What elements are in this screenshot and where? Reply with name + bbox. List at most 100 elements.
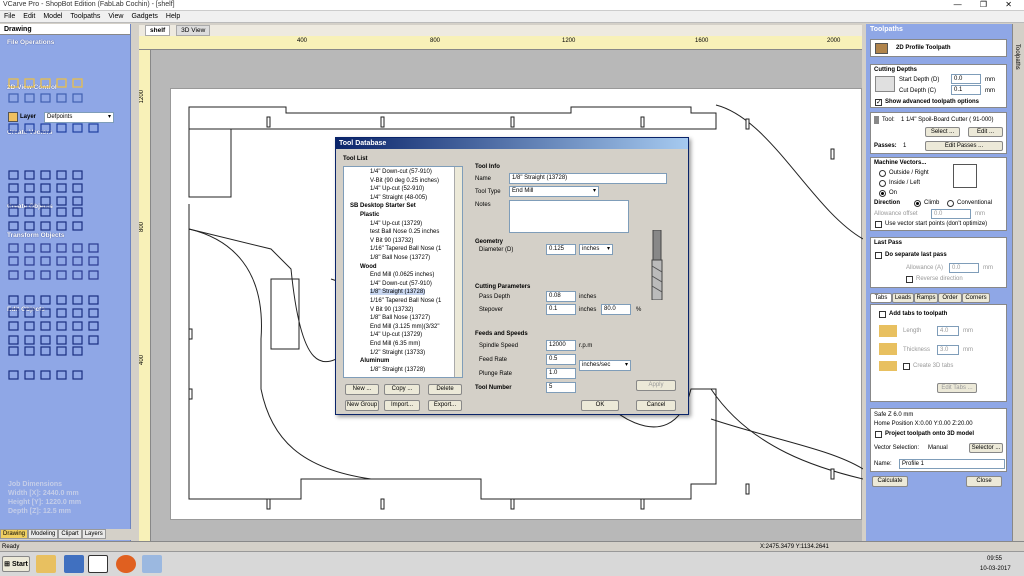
transform-icon[interactable] — [56, 270, 67, 280]
edit-icon[interactable] — [24, 321, 35, 331]
object-icon[interactable] — [8, 243, 19, 253]
edit-icon[interactable] — [40, 308, 51, 318]
edit-icon[interactable] — [8, 346, 19, 356]
vector-icon[interactable] — [8, 207, 19, 217]
notes-field[interactable] — [509, 200, 629, 233]
edit-icon[interactable] — [8, 335, 19, 345]
tool-icon[interactable] — [40, 78, 51, 88]
tool-icon[interactable] — [8, 78, 19, 88]
transform-icon[interactable] — [56, 256, 67, 266]
delete-tool-button[interactable]: Delete — [428, 384, 462, 395]
tree-item[interactable]: 1/4" Down-cut (57-910) — [370, 169, 432, 175]
edit-icon[interactable] — [56, 335, 67, 345]
tree-item[interactable]: 1/4" Down-cut (57-910) — [370, 281, 432, 287]
network-app-icon[interactable] — [64, 555, 84, 573]
outside-right-radio[interactable] — [879, 170, 886, 177]
menu-edit[interactable]: Edit — [19, 11, 39, 22]
tool-tree[interactable]: 1/4" Down-cut (57-910) V-Bit (90 deg 0.25… — [343, 166, 463, 378]
tool-icon[interactable] — [72, 93, 83, 103]
view-icon[interactable] — [8, 123, 19, 133]
transform-icon[interactable] — [72, 256, 83, 266]
apply-button[interactable]: Apply — [636, 380, 676, 391]
conventional-radio[interactable] — [947, 200, 954, 207]
select-tool-button[interactable]: Select ... — [925, 127, 960, 137]
selector-button[interactable]: Selector ... — [969, 443, 1003, 453]
layout-icon[interactable] — [8, 370, 19, 380]
menu-toolpaths[interactable]: Toolpaths — [66, 11, 104, 22]
firefox-icon[interactable] — [116, 555, 136, 573]
feed-units-select[interactable]: inches/sec ▾ — [579, 360, 631, 371]
pass-depth-field[interactable]: 0.08 — [546, 291, 576, 302]
ok-button[interactable]: OK — [581, 400, 619, 411]
tool-icon[interactable] — [24, 93, 35, 103]
new-group-button[interactable]: New Group — [345, 400, 379, 411]
tab-corners[interactable]: Corners — [962, 293, 990, 303]
window-controls[interactable]: — ❐ ✕ — [954, 0, 1020, 9]
edit-passes-button[interactable]: Edit Passes ... — [925, 141, 1003, 151]
edit-icon[interactable] — [56, 346, 67, 356]
vector-icon[interactable] — [40, 221, 51, 231]
tree-scrollbar[interactable] — [454, 167, 462, 377]
tree-item[interactable]: V Bit 90 (13732) — [370, 238, 413, 244]
tree-item[interactable]: 1/8" Ball Nose (13727) — [370, 315, 430, 321]
tree-group[interactable]: Wood — [360, 264, 377, 270]
vector-start-checkbox[interactable] — [875, 221, 882, 228]
edit-icon[interactable] — [24, 335, 35, 345]
edit-icon[interactable] — [56, 295, 67, 305]
edit-icon[interactable] — [56, 308, 67, 318]
climb-radio[interactable] — [914, 200, 921, 207]
tool-number-field[interactable]: 5 — [546, 382, 576, 393]
transform-icon[interactable] — [72, 270, 83, 280]
transform-icon[interactable] — [24, 256, 35, 266]
view-icon[interactable] — [40, 123, 51, 133]
tool-type-select[interactable]: End Mill ▾ — [509, 186, 599, 197]
add-tabs-checkbox[interactable] — [879, 311, 886, 318]
object-icon[interactable] — [88, 243, 99, 253]
edit-icon[interactable] — [24, 295, 35, 305]
edit-icon[interactable] — [88, 321, 99, 331]
edit-tool-button[interactable]: Edit ... — [968, 127, 1003, 137]
tree-item[interactable]: 1/2" Straight (13733) — [370, 350, 425, 356]
stepover-field[interactable]: 0.1 — [546, 304, 576, 315]
edit-icon[interactable] — [40, 335, 51, 345]
stepover-percent-field[interactable]: 80.0 — [601, 304, 631, 315]
edit-tabs-button[interactable]: Edit Tabs ... — [937, 383, 977, 393]
calculate-button[interactable]: Calculate — [872, 476, 908, 487]
vector-icon[interactable] — [24, 207, 35, 217]
vector-icon[interactable] — [72, 196, 83, 206]
vcarve-app-icon[interactable] — [88, 555, 108, 573]
tool-icon[interactable] — [40, 93, 51, 103]
vector-icon[interactable] — [40, 170, 51, 180]
vector-icon[interactable] — [72, 183, 83, 193]
layout-icon[interactable] — [40, 370, 51, 380]
transform-icon[interactable] — [8, 270, 19, 280]
vector-icon[interactable] — [40, 183, 51, 193]
edit-icon[interactable] — [8, 295, 19, 305]
tab-order[interactable]: Order — [938, 293, 962, 303]
menu-view[interactable]: View — [104, 11, 127, 22]
copy-tool-button[interactable]: Copy ... — [384, 384, 420, 395]
edit-icon[interactable] — [8, 308, 19, 318]
view-icon[interactable] — [72, 123, 83, 133]
inside-left-radio[interactable] — [879, 180, 886, 187]
notepad-icon[interactable] — [142, 555, 162, 573]
export-button[interactable]: Export... — [428, 400, 462, 411]
layout-icon[interactable] — [56, 370, 67, 380]
new-tool-button[interactable]: New ... — [345, 384, 379, 395]
edit-icon[interactable] — [72, 335, 83, 345]
vector-icon[interactable] — [56, 196, 67, 206]
close-button[interactable]: Close — [966, 476, 1002, 487]
layout-icon[interactable] — [72, 370, 83, 380]
vector-icon[interactable] — [40, 207, 51, 217]
edit-icon[interactable] — [56, 321, 67, 331]
tab-tabs[interactable]: Tabs — [870, 293, 892, 303]
vector-icon[interactable] — [24, 196, 35, 206]
tab-modeling[interactable]: Modeling — [28, 529, 59, 539]
edit-icon[interactable] — [24, 308, 35, 318]
cut-depth-field[interactable]: 0.1 — [951, 85, 981, 95]
tab-drawing[interactable]: Drawing — [0, 529, 29, 539]
file-explorer-icon[interactable] — [36, 555, 56, 573]
tab-length-field[interactable]: 4.0 — [937, 326, 959, 336]
vector-icon[interactable] — [24, 183, 35, 193]
vector-icon[interactable] — [56, 170, 67, 180]
